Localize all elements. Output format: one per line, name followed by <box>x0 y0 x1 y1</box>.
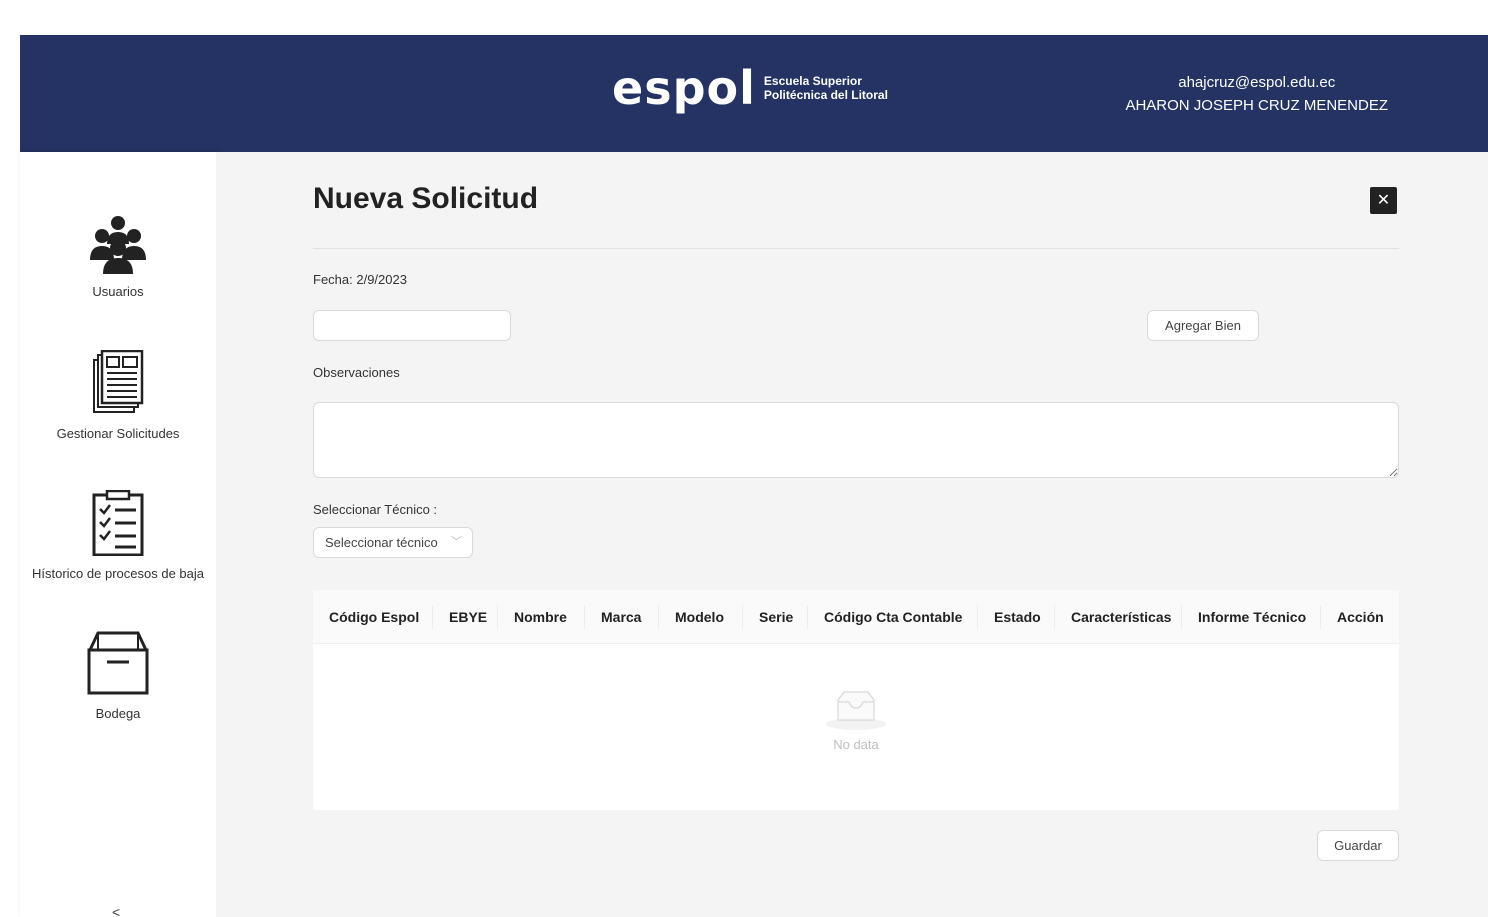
user-email: ahajcruz@espol.edu.ec <box>1178 74 1336 91</box>
table-header: Código Espol EBYE Nombre Marca Modelo Se… <box>313 590 1399 644</box>
empty-inbox-icon <box>826 691 886 730</box>
logo-line-1: Escuela Superior <box>763 74 862 88</box>
tecnico-select-value: Seleccionar técnico <box>325 535 438 550</box>
sidebar-item-label: Bodega <box>95 706 141 721</box>
close-button[interactable]: ✕ <box>1370 187 1397 214</box>
sidebar-item-bodega[interactable]: Bodega <box>20 630 216 721</box>
user-info: ahajcruz@espol.edu.ec AHARON JOSEPH CRUZ… <box>1125 71 1388 117</box>
chevron-down-icon: ﹀ <box>451 536 462 548</box>
logo-wordmark: espol <box>612 61 756 115</box>
column-header: Modelo <box>659 590 743 643</box>
tecnico-label: Seleccionar Técnico : <box>313 502 438 517</box>
column-header: Código Espol <box>313 590 433 643</box>
column-header: Características <box>1055 590 1182 643</box>
sidebar-item-historico[interactable]: Hístorico de procesos de baja <box>20 490 216 581</box>
collapse-sidebar-icon[interactable]: < <box>112 904 120 917</box>
empty-state: No data <box>313 690 1399 752</box>
guardar-button[interactable]: Guardar <box>1317 830 1399 861</box>
tecnico-select[interactable]: Seleccionar técnico ﹀ <box>313 527 473 558</box>
top-header: espol Escuela Superior Politécnica del L… <box>20 35 1488 152</box>
logo-subtitle: Escuela Superior Politécnica del Litoral <box>764 74 888 102</box>
users-group-icon <box>90 216 146 274</box>
column-header: Nombre <box>498 590 585 643</box>
user-name: AHARON JOSEPH CRUZ MENENDEZ <box>1125 97 1388 114</box>
sidebar-item-label: Gestionar Solicitudes <box>56 426 180 441</box>
logo-line-2: Politécnica del Litoral <box>763 88 888 102</box>
checklist-icon <box>92 490 144 556</box>
bien-input[interactable] <box>313 310 511 341</box>
sidebar-item-usuarios[interactable]: Usuarios <box>20 214 216 299</box>
column-header: Estado <box>978 590 1055 643</box>
column-header: Marca <box>585 590 659 643</box>
main-content: Nueva Solicitud ✕ Fecha: 2/9/2023 Agrega… <box>216 152 1488 917</box>
title-divider <box>313 248 1399 249</box>
espol-logo[interactable]: espol Escuela Superior Politécnica del L… <box>612 65 888 111</box>
sidebar-item-label: Usuarios <box>92 284 144 299</box>
sidebar-item-gestionar-solicitudes[interactable]: Gestionar Solicitudes <box>20 350 216 441</box>
newspaper-icon <box>93 350 144 413</box>
sidebar-item-label: Hístorico de procesos de baja <box>32 566 204 581</box>
page-title: Nueva Solicitud <box>313 182 539 215</box>
column-header: Acción <box>1337 609 1384 625</box>
column-header: EBYE <box>433 590 498 643</box>
column-header: Código Cta Contable <box>808 590 978 643</box>
observaciones-label: Observaciones <box>313 365 400 380</box>
observaciones-textarea[interactable] <box>313 402 1399 478</box>
empty-text: No data <box>833 737 879 752</box>
fecha-label: Fecha: 2/9/2023 <box>313 272 407 287</box>
column-header: Serie <box>743 590 808 643</box>
agregar-bien-button[interactable]: Agregar Bien <box>1147 310 1259 341</box>
bienes-table: Código Espol EBYE Nombre Marca Modelo Se… <box>313 590 1399 810</box>
sidebar: Usuarios Gestionar Solicitudes Hístorico… <box>20 152 216 917</box>
box-icon <box>87 631 149 695</box>
column-header: Informe Técnico <box>1182 590 1321 643</box>
